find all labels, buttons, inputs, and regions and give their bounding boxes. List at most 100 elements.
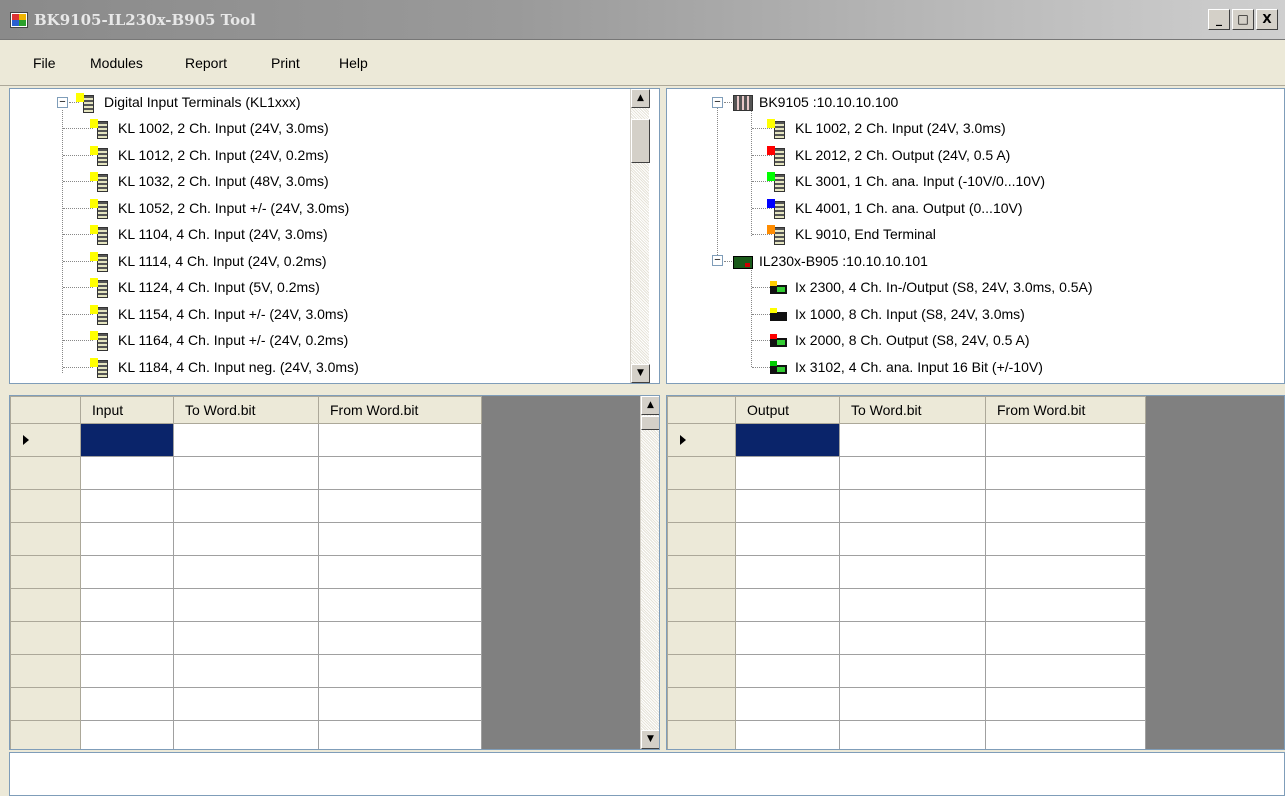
grid-cell[interactable] bbox=[839, 720, 986, 749]
row-header[interactable] bbox=[10, 423, 81, 457]
row-header[interactable] bbox=[667, 588, 736, 622]
tree-node-il230x[interactable]: IL230x-B905 :10.10.10.101 bbox=[731, 248, 928, 274]
grid-cell[interactable] bbox=[985, 456, 1146, 490]
grid-cell[interactable] bbox=[80, 588, 174, 622]
grid-cell[interactable] bbox=[173, 555, 319, 589]
grid-cell[interactable] bbox=[839, 621, 986, 655]
grid-cell[interactable] bbox=[985, 720, 1146, 749]
grid-cell[interactable] bbox=[985, 654, 1146, 688]
grid-cell[interactable] bbox=[173, 522, 319, 556]
grid-cell[interactable] bbox=[985, 621, 1146, 655]
tree-item[interactable]: KL 2012, 2 Ch. Output (24V, 0.5 A) bbox=[767, 142, 1010, 168]
collapse-icon[interactable]: − bbox=[712, 97, 723, 108]
grid-row[interactable] bbox=[10, 456, 482, 490]
column-header-to-word-bit[interactable]: To Word.bit bbox=[173, 396, 319, 424]
grid-cell[interactable] bbox=[318, 720, 482, 749]
grid-cell[interactable] bbox=[80, 654, 174, 688]
grid-cell[interactable] bbox=[839, 687, 986, 721]
grid-cell[interactable] bbox=[318, 489, 482, 523]
grid-cell[interactable] bbox=[735, 555, 840, 589]
tree-item[interactable]: KL 1012, 2 Ch. Input (24V, 0.2ms) bbox=[90, 142, 329, 168]
grid-cell[interactable] bbox=[839, 555, 986, 589]
column-header-from-word-bit[interactable]: From Word.bit bbox=[318, 396, 482, 424]
message-panel[interactable] bbox=[9, 752, 1285, 796]
tree-item[interactable]: KL 9010, End Terminal bbox=[767, 221, 936, 247]
grid-cell[interactable] bbox=[173, 654, 319, 688]
grid-cell[interactable] bbox=[985, 489, 1146, 523]
grid-cell[interactable] bbox=[735, 423, 840, 457]
tree-item[interactable]: KL 1164, 4 Ch. Input +/- (24V, 0.2ms) bbox=[90, 327, 348, 353]
row-header[interactable] bbox=[667, 654, 736, 688]
grid-cell[interactable] bbox=[839, 588, 986, 622]
scroll-down-icon[interactable]: ▼ bbox=[641, 730, 659, 749]
grid-cell[interactable] bbox=[318, 522, 482, 556]
grid-row[interactable] bbox=[667, 423, 1146, 457]
row-header[interactable] bbox=[10, 621, 81, 655]
grid-cell[interactable] bbox=[173, 588, 319, 622]
grid-cell[interactable] bbox=[173, 720, 319, 749]
menu-modules[interactable]: Modules bbox=[90, 55, 143, 71]
tree-left-scrollbar[interactable]: ▲ ▼ bbox=[630, 89, 650, 383]
grid-cell[interactable] bbox=[318, 687, 482, 721]
row-header[interactable] bbox=[10, 588, 81, 622]
grid-row[interactable] bbox=[10, 588, 482, 622]
row-header[interactable] bbox=[667, 687, 736, 721]
tree-item[interactable]: Ix 1000, 8 Ch. Input (S8, 24V, 3.0ms) bbox=[767, 301, 1025, 327]
grid-cell[interactable] bbox=[318, 621, 482, 655]
grid-cell[interactable] bbox=[985, 522, 1146, 556]
module-catalog-tree[interactable]: − Digital Input Terminals (KL1xxx) KL 10… bbox=[9, 88, 660, 384]
grid-row[interactable] bbox=[667, 621, 1146, 655]
row-header[interactable] bbox=[10, 489, 81, 523]
maximize-button[interactable]: □ bbox=[1232, 9, 1254, 30]
grid-cell[interactable] bbox=[735, 654, 840, 688]
grid-row[interactable] bbox=[10, 522, 482, 556]
grid-cell[interactable] bbox=[80, 423, 174, 457]
grid-left-scrollbar[interactable]: ▲ ▼ bbox=[640, 396, 659, 749]
grid-cell[interactable] bbox=[735, 522, 840, 556]
grid-cell[interactable] bbox=[318, 588, 482, 622]
tree-root-digital-inputs[interactable]: Digital Input Terminals (KL1xxx) bbox=[76, 89, 301, 115]
tree-item[interactable]: KL 1002, 2 Ch. Input (24V, 3.0ms) bbox=[90, 115, 329, 141]
tree-item[interactable]: KL 1114, 4 Ch. Input (24V, 0.2ms) bbox=[90, 248, 327, 274]
row-header[interactable] bbox=[10, 456, 81, 490]
column-header-to-word-bit[interactable]: To Word.bit bbox=[839, 396, 986, 424]
minimize-button[interactable]: _ bbox=[1208, 9, 1230, 30]
output-mapping-grid[interactable]: Output To Word.bit From Word.bit bbox=[666, 395, 1285, 750]
row-header[interactable] bbox=[10, 555, 81, 589]
menu-print[interactable]: Print bbox=[271, 55, 300, 71]
tree-item[interactable]: KL 4001, 1 Ch. ana. Output (0...10V) bbox=[767, 195, 1023, 221]
row-header[interactable] bbox=[667, 423, 736, 457]
grid-cell[interactable] bbox=[318, 423, 482, 457]
grid-row[interactable] bbox=[667, 720, 1146, 749]
collapse-icon[interactable]: − bbox=[712, 255, 723, 266]
close-button[interactable]: X bbox=[1256, 9, 1278, 30]
collapse-icon[interactable]: − bbox=[57, 97, 68, 108]
scroll-thumb[interactable] bbox=[641, 416, 659, 430]
grid-row[interactable] bbox=[667, 489, 1146, 523]
grid-cell[interactable] bbox=[80, 687, 174, 721]
menu-file[interactable]: File bbox=[33, 55, 56, 71]
tree-item[interactable]: KL 1032, 2 Ch. Input (48V, 3.0ms) bbox=[90, 168, 329, 194]
grid-cell[interactable] bbox=[173, 489, 319, 523]
row-header[interactable] bbox=[10, 720, 81, 749]
grid-cell[interactable] bbox=[985, 588, 1146, 622]
column-header-input[interactable]: Input bbox=[80, 396, 174, 424]
grid-row[interactable] bbox=[10, 555, 482, 589]
menu-help[interactable]: Help bbox=[339, 55, 368, 71]
row-header[interactable] bbox=[667, 489, 736, 523]
configuration-tree[interactable]: − BK9105 :10.10.10.100 KL 1002, 2 Ch. In… bbox=[666, 88, 1285, 384]
tree-item[interactable]: KL 1184, 4 Ch. Input neg. (24V, 3.0ms) bbox=[90, 354, 359, 380]
scroll-thumb[interactable] bbox=[631, 119, 650, 163]
grid-row[interactable] bbox=[10, 654, 482, 688]
grid-cell[interactable] bbox=[985, 687, 1146, 721]
row-header[interactable] bbox=[667, 522, 736, 556]
grid-row[interactable] bbox=[667, 654, 1146, 688]
tree-item[interactable]: Ix 3102, 4 Ch. ana. Input 16 Bit (+/-10V… bbox=[767, 354, 1043, 380]
grid-row[interactable] bbox=[667, 522, 1146, 556]
tree-item[interactable]: KL 1104, 4 Ch. Input (24V, 3.0ms) bbox=[90, 221, 328, 247]
tree-item[interactable]: KL 1052, 2 Ch. Input +/- (24V, 3.0ms) bbox=[90, 195, 349, 221]
row-header[interactable] bbox=[10, 687, 81, 721]
grid-row[interactable] bbox=[10, 621, 482, 655]
column-header-from-word-bit[interactable]: From Word.bit bbox=[985, 396, 1146, 424]
grid-cell[interactable] bbox=[735, 621, 840, 655]
